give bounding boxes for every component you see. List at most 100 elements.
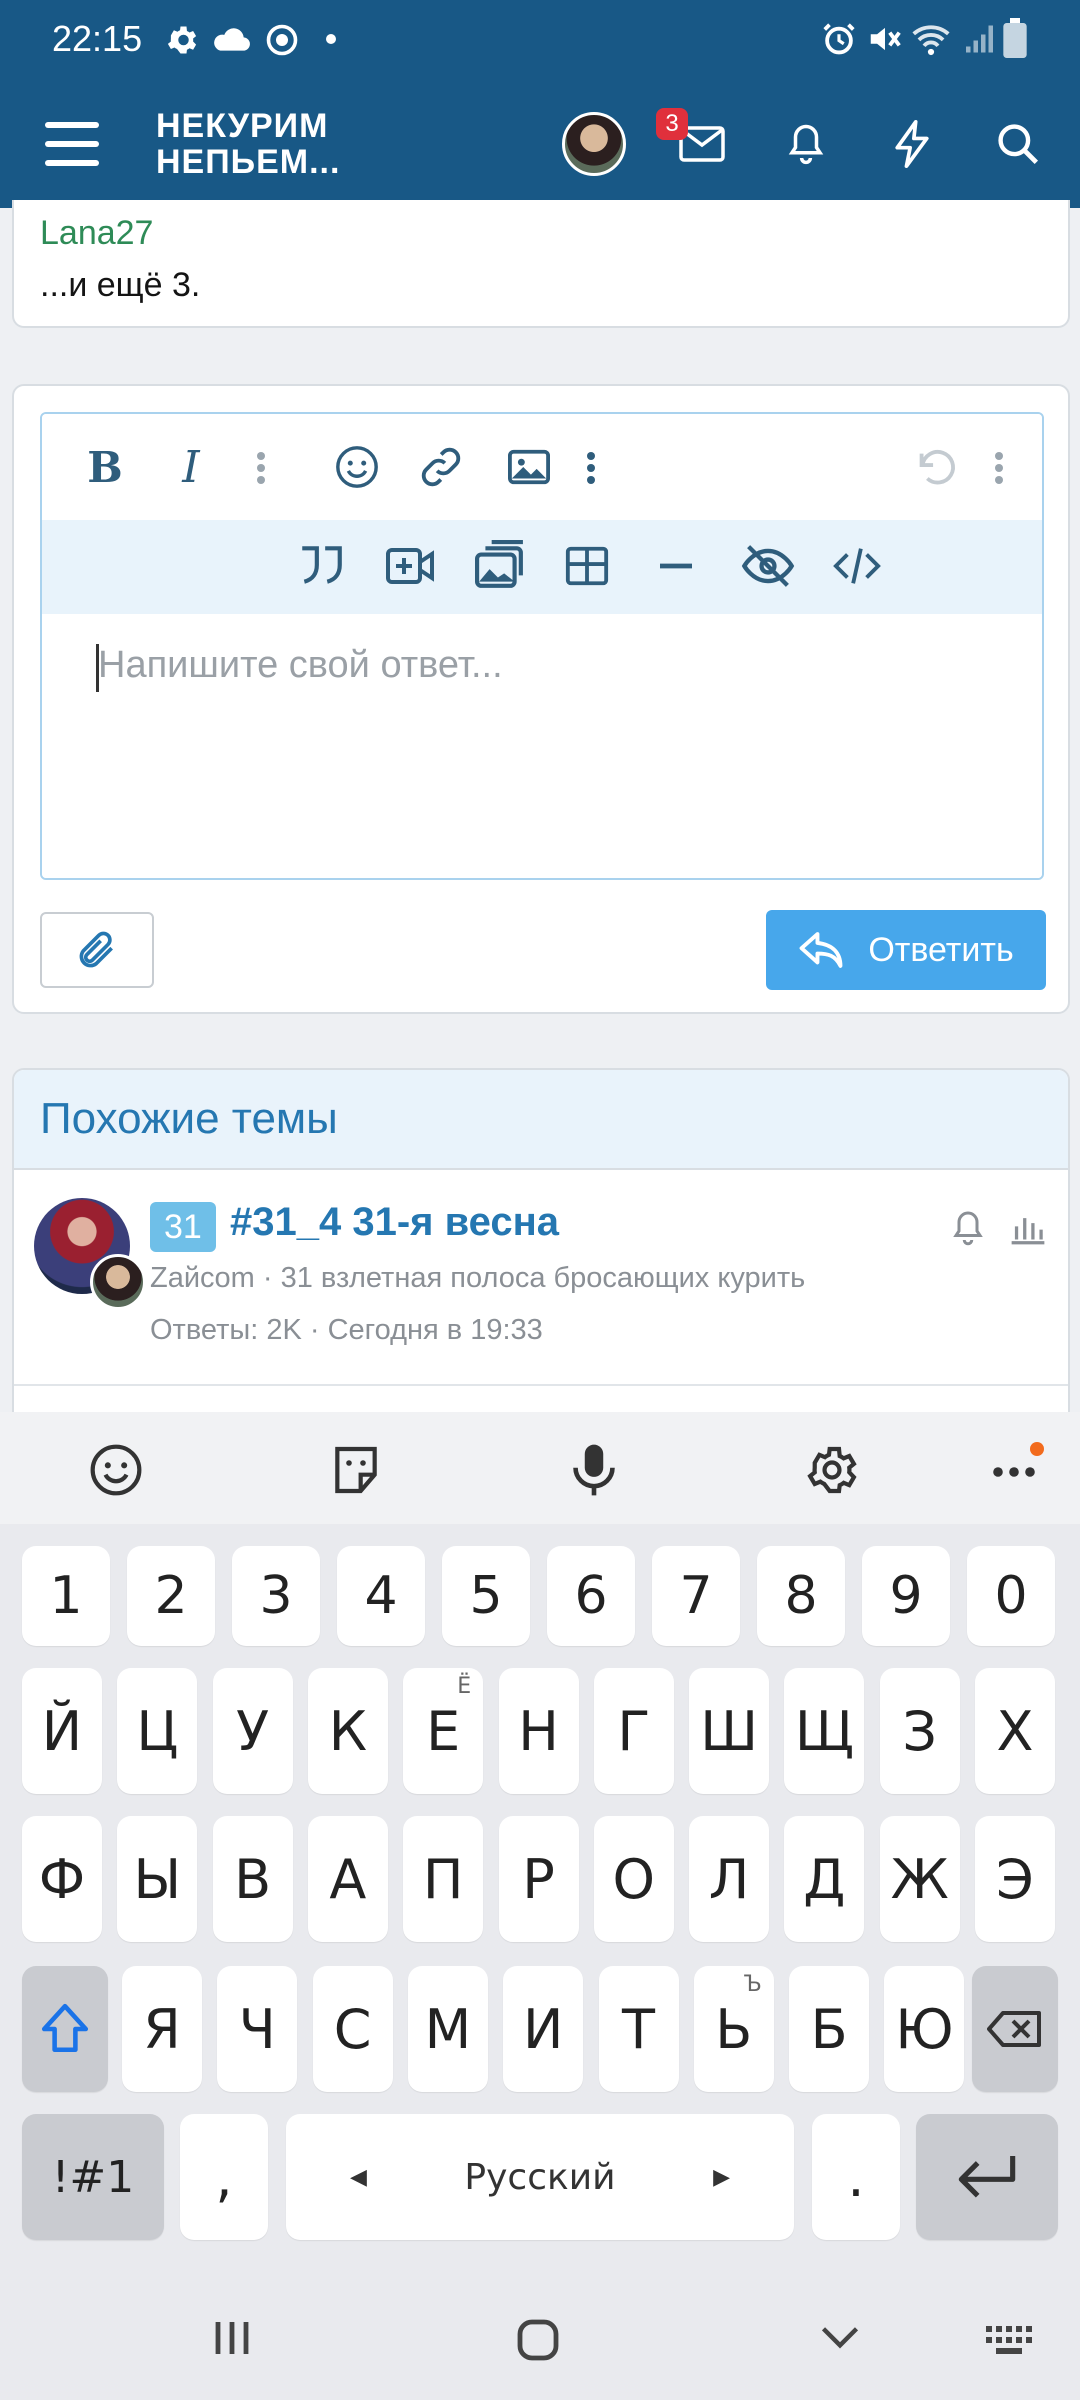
hide-keyboard-icon[interactable] — [818, 2322, 862, 2354]
key-r2-2[interactable]: В — [212, 1816, 293, 1942]
link-icon[interactable] — [418, 444, 464, 490]
key-r1-7[interactable]: Ш — [689, 1668, 770, 1794]
cursor-right-icon[interactable]: ▶ — [713, 2165, 730, 2190]
insert-more-icon[interactable] — [584, 450, 598, 486]
shift-key[interactable] — [22, 1966, 108, 2092]
reply-text-area[interactable]: Напишите свой ответ... — [42, 614, 1042, 878]
keyboard-settings-icon[interactable] — [804, 1442, 860, 1498]
key-num-4[interactable]: 5 — [442, 1546, 530, 1646]
key-r1-4[interactable]: ЕЁ — [403, 1668, 484, 1794]
key-r1-9[interactable]: З — [879, 1668, 960, 1794]
liked-by-more[interactable]: ...и ещё 3. — [40, 266, 200, 305]
key-r2-9[interactable]: Ж — [879, 1816, 960, 1942]
key-r3-6[interactable]: ЬЪ — [693, 1966, 774, 2092]
key-r1-3[interactable]: К — [307, 1668, 388, 1794]
key-r1-1[interactable]: Ц — [117, 1668, 198, 1794]
text-options-more-icon[interactable] — [254, 450, 268, 486]
menu-button[interactable] — [40, 112, 104, 176]
enter-key[interactable] — [916, 2114, 1058, 2240]
user-avatar[interactable] — [562, 112, 626, 176]
key-num-9[interactable]: 0 — [967, 1546, 1055, 1646]
similar-threads-title: Похожие темы — [40, 1094, 338, 1143]
key-label: 3 — [259, 1566, 293, 1626]
sticker-icon[interactable] — [328, 1442, 384, 1498]
bold-button[interactable]: B — [80, 442, 130, 492]
watch-bell-icon[interactable] — [950, 1208, 986, 1248]
last-poster-avatar[interactable] — [90, 1254, 146, 1310]
key-num-7[interactable]: 8 — [757, 1546, 845, 1646]
site-logo[interactable]: НЕКУРИМ НЕПЬЕМ... — [156, 108, 340, 180]
keyboard-switch-icon[interactable] — [984, 2322, 1036, 2358]
key-label: 8 — [784, 1566, 818, 1626]
key-r2-8[interactable]: Д — [784, 1816, 865, 1942]
stats-chart-icon[interactable] — [1008, 1210, 1048, 1246]
spoiler-hidden-icon[interactable] — [740, 542, 796, 590]
comma-key[interactable]: , — [180, 2114, 268, 2240]
key-num-6[interactable]: 7 — [652, 1546, 740, 1646]
key-r2-0[interactable]: Ф — [22, 1816, 102, 1942]
period-key[interactable]: . — [812, 2114, 900, 2240]
thread-row[interactable]: 31 #31_4 31-я весна Zaйcom · 31 взлетная… — [14, 1170, 1068, 1386]
reply-button[interactable]: Ответить — [766, 910, 1046, 990]
backspace-key[interactable] — [972, 1966, 1058, 2092]
space-key[interactable]: ◀ Русский ▶ — [286, 2114, 794, 2240]
search-button[interactable] — [988, 112, 1048, 176]
key-r2-10[interactable]: Э — [975, 1816, 1055, 1942]
attach-files-button[interactable] — [40, 912, 154, 988]
key-r1-10[interactable]: Х — [975, 1668, 1055, 1794]
key-num-5[interactable]: 6 — [547, 1546, 635, 1646]
cursor-left-icon[interactable]: ◀ — [350, 2165, 367, 2190]
key-r2-5[interactable]: Р — [498, 1816, 579, 1942]
undo-icon[interactable] — [912, 444, 958, 490]
symbols-key[interactable]: !#1 — [22, 2114, 164, 2240]
key-num-0[interactable]: 1 — [22, 1546, 110, 1646]
key-label: Р — [522, 1847, 555, 1911]
recents-icon[interactable] — [210, 2316, 254, 2360]
gallery-icon[interactable] — [472, 540, 528, 590]
media-embed-icon[interactable] — [384, 544, 436, 588]
image-icon[interactable] — [506, 446, 552, 488]
key-r3-3[interactable]: М — [407, 1966, 488, 2092]
italic-button[interactable]: I — [166, 442, 216, 493]
editor-more-icon[interactable] — [992, 450, 1006, 486]
key-num-8[interactable]: 9 — [862, 1546, 950, 1646]
thread-title[interactable]: #31_4 31-я весна — [230, 1200, 559, 1245]
key-r2-6[interactable]: О — [593, 1816, 674, 1942]
key-r1-8[interactable]: Щ — [784, 1668, 865, 1794]
keyboard-emoji-icon[interactable] — [88, 1442, 144, 1498]
key-r1-5[interactable]: Н — [498, 1668, 579, 1794]
key-r3-4[interactable]: И — [503, 1966, 584, 2092]
cloud-status-icon — [214, 28, 250, 51]
key-r3-2[interactable]: С — [312, 1966, 393, 2092]
thread-forum[interactable]: 31 взлетная полоса бросающих курить — [281, 1262, 806, 1294]
key-r2-1[interactable]: Ы — [117, 1816, 198, 1942]
thread-prefix-tag[interactable]: 31 — [150, 1202, 216, 1252]
key-num-2[interactable]: 3 — [232, 1546, 320, 1646]
key-r1-2[interactable]: У — [212, 1668, 293, 1794]
whats-new-button[interactable] — [882, 112, 942, 176]
keyboard-more-icon[interactable] — [990, 1464, 1038, 1480]
key-r1-6[interactable]: Г — [593, 1668, 674, 1794]
table-icon[interactable] — [564, 544, 610, 588]
key-hint: Ъ — [743, 1972, 762, 1997]
horizontal-line-icon[interactable] — [656, 554, 696, 578]
key-r2-3[interactable]: А — [307, 1816, 388, 1942]
key-r2-4[interactable]: П — [403, 1816, 484, 1942]
thread-author[interactable]: Zaйcom — [150, 1262, 255, 1294]
key-r3-0[interactable]: Я — [122, 1966, 202, 2092]
key-r3-5[interactable]: Т — [598, 1966, 679, 2092]
key-num-3[interactable]: 4 — [337, 1546, 425, 1646]
microphone-icon[interactable] — [566, 1440, 622, 1500]
key-r2-7[interactable]: Л — [689, 1816, 770, 1942]
alerts-button[interactable] — [776, 112, 836, 176]
quote-icon[interactable] — [296, 542, 346, 588]
key-num-1[interactable]: 2 — [127, 1546, 215, 1646]
key-r3-7[interactable]: Б — [789, 1966, 870, 2092]
liked-by-username[interactable]: Lana27 — [40, 214, 153, 253]
key-r3-8[interactable]: Ю — [884, 1966, 965, 2092]
key-r1-0[interactable]: Й — [22, 1668, 102, 1794]
code-icon[interactable] — [832, 544, 882, 588]
emoji-icon[interactable] — [334, 444, 380, 490]
home-icon[interactable] — [514, 2316, 562, 2364]
key-r3-1[interactable]: Ч — [217, 1966, 298, 2092]
